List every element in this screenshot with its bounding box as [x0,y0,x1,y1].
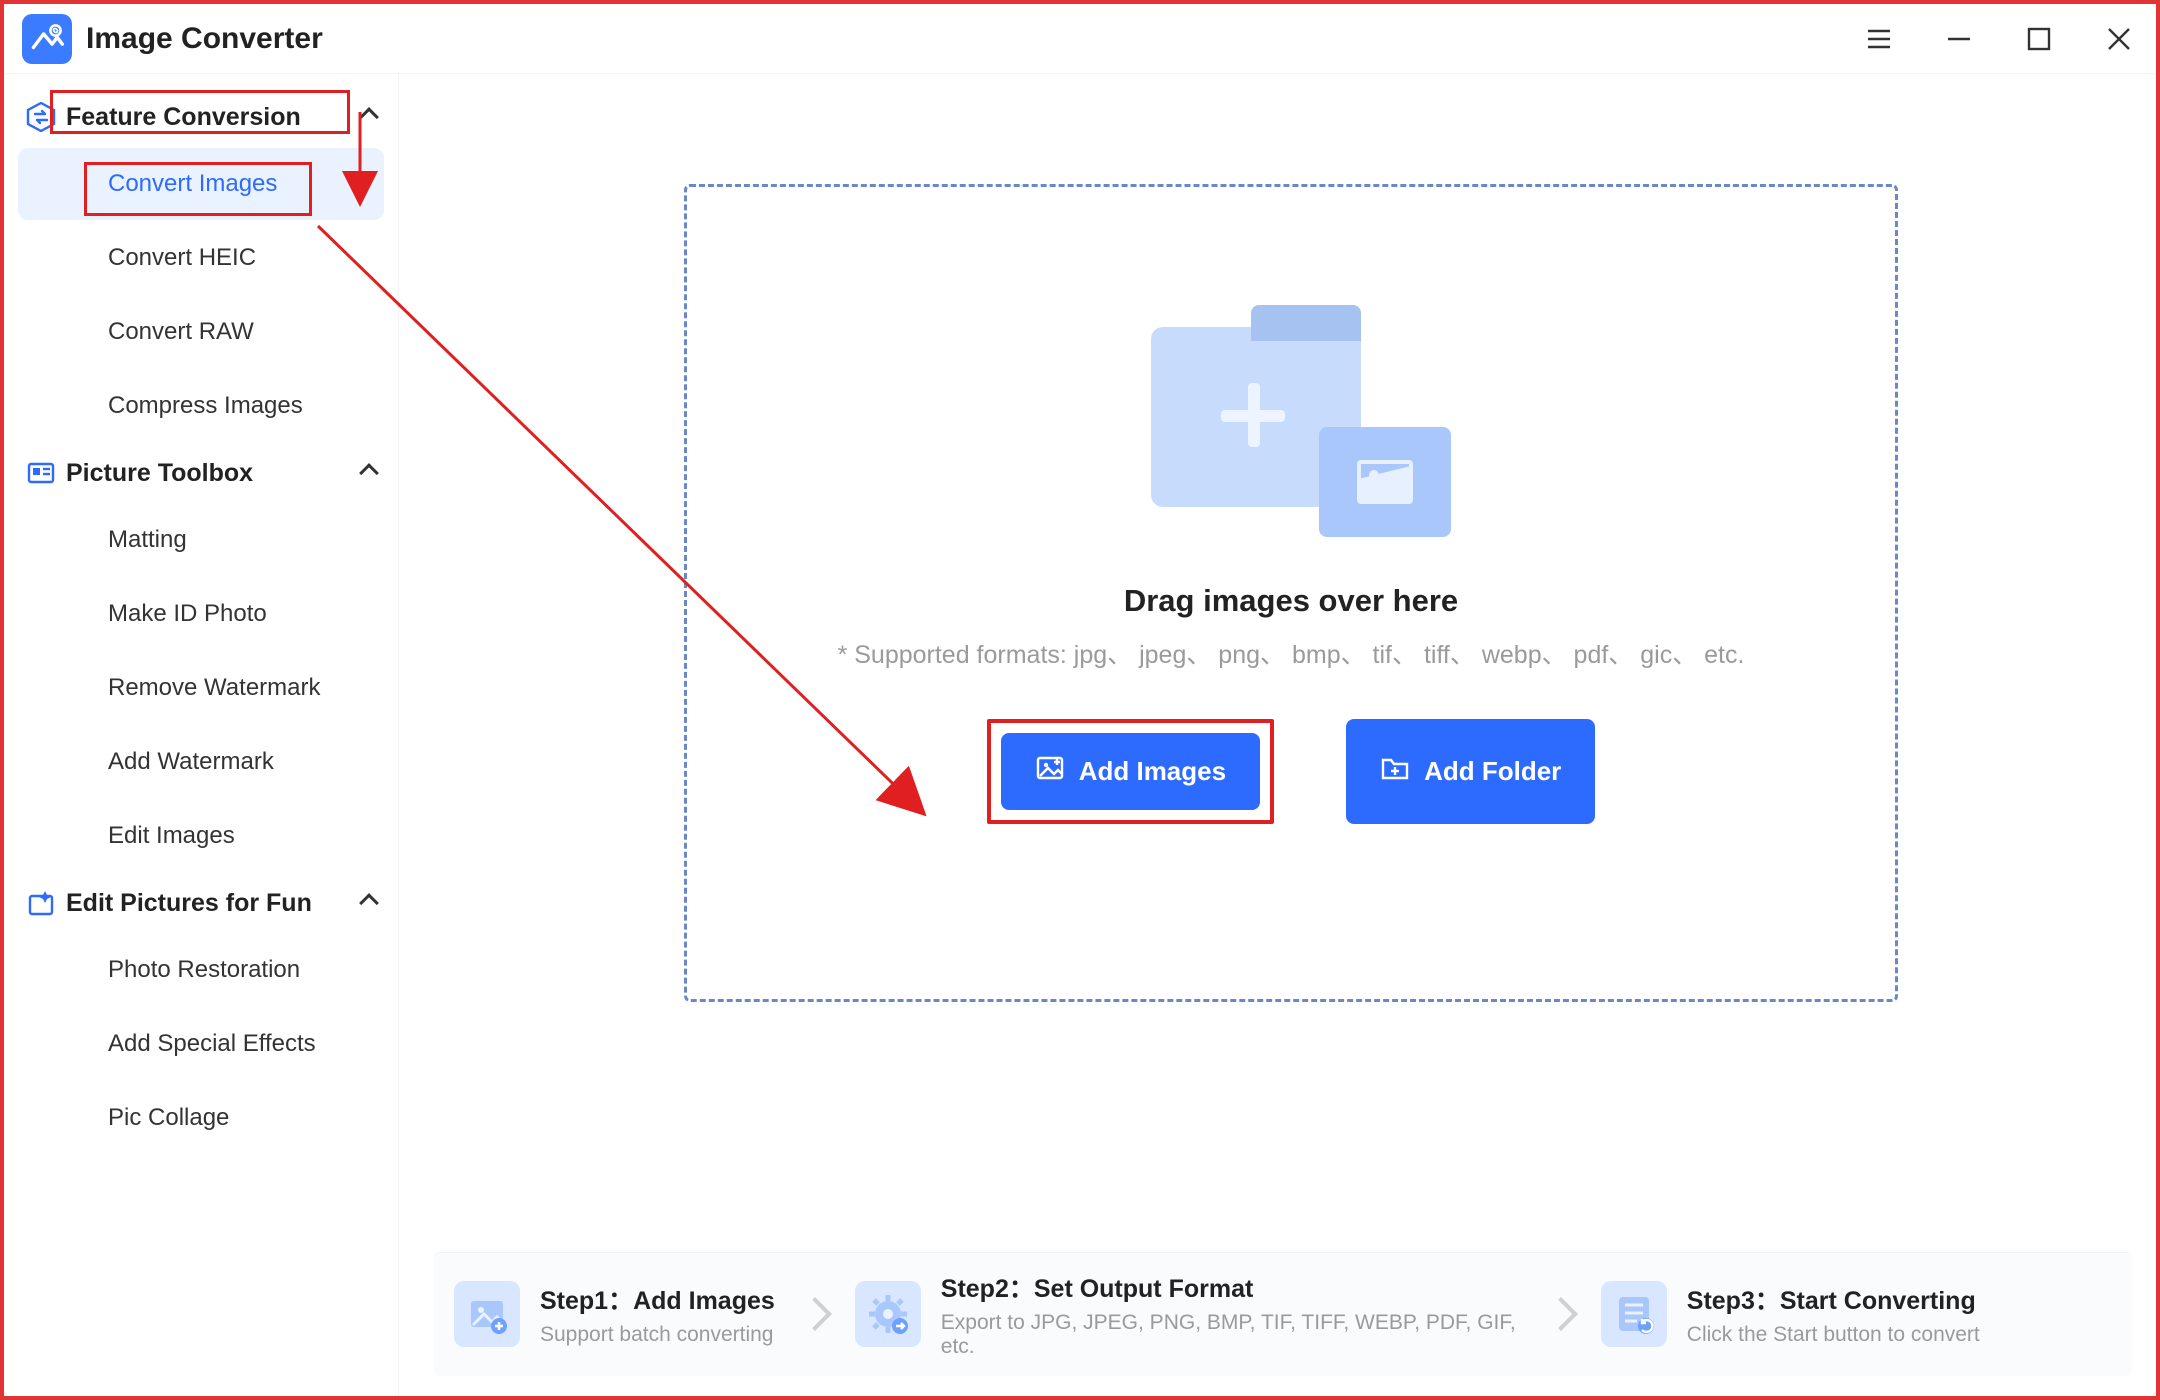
step2-sub: Export to JPG, JPEG, PNG, BMP, TIF, TIFF… [941,1311,1521,1359]
window-controls [1860,20,2138,58]
picture-icon [1319,427,1451,537]
add-folder-button[interactable]: Add Folder [1346,719,1595,824]
sidebar-item-convert-heic[interactable]: Convert HEIC [18,222,384,294]
sidebar-item-pic-collage[interactable]: Pic Collage [18,1082,384,1154]
image-plus-icon [1035,753,1065,790]
sidebar-item-add-special-effects[interactable]: Add Special Effects [18,1008,384,1080]
sidebar: Feature Conversion Convert Images Conver… [4,74,399,1396]
app-title: Image Converter [86,22,323,56]
sidebar-section-picture-toolbox[interactable]: Picture Toolbox [4,444,398,502]
sidebar-item-remove-watermark[interactable]: Remove Watermark [18,652,384,724]
button-label: Add Images [1079,756,1226,787]
step1-icon [454,1281,520,1347]
chevron-right-icon [798,1297,832,1331]
step-3: Step3：Start Converting Click the Start b… [1601,1281,1980,1347]
step2-title: Step2：Set Output Format [941,1269,1521,1305]
section-title: Edit Pictures for Fun [66,889,312,918]
minimize-button[interactable] [1940,20,1978,58]
close-button[interactable] [2100,20,2138,58]
dropzone-subtext: * Supported formats: jpg、 jpeg、 png、 bmp… [838,635,1745,671]
step3-icon [1601,1281,1667,1347]
toolbox-icon [26,458,56,488]
footer-steps: Step1：Add Images Support batch convertin… [434,1252,2132,1376]
sidebar-item-convert-raw[interactable]: Convert RAW [18,296,384,368]
sidebar-item-edit-images[interactable]: Edit Images [18,800,384,872]
chevron-up-icon [359,893,379,913]
folder-plus-icon [1380,753,1410,790]
button-label: Add Folder [1424,756,1561,787]
section-title: Feature Conversion [66,103,301,132]
sparkle-icon [26,888,56,918]
annotation-highlight-add-images: Add Images [987,719,1274,824]
chevron-up-icon [359,463,379,483]
sidebar-item-add-watermark[interactable]: Add Watermark [18,726,384,798]
sidebar-item-compress-images[interactable]: Compress Images [18,370,384,442]
sidebar-item-make-id-photo[interactable]: Make ID Photo [18,578,384,650]
step1-sub: Support batch converting [540,1323,775,1347]
sidebar-item-photo-restoration[interactable]: Photo Restoration [18,934,384,1006]
chevron-up-icon [359,107,379,127]
chevron-right-icon [1544,1297,1578,1331]
menu-icon[interactable] [1860,20,1898,58]
step-1: Step1：Add Images Support batch convertin… [454,1281,775,1347]
section-title: Picture Toolbox [66,459,253,488]
add-images-button[interactable]: Add Images [1001,733,1260,810]
step3-title: Step3：Start Converting [1687,1281,1980,1317]
step3-sub: Click the Start button to convert [1687,1323,1980,1347]
dropzone-headline: Drag images over here [1124,583,1458,619]
dropzone[interactable]: Drag images over here * Supported format… [684,184,1898,1002]
sidebar-section-edit-fun[interactable]: Edit Pictures for Fun [4,874,398,932]
maximize-button[interactable] [2020,20,2058,58]
sidebar-section-feature-conversion[interactable]: Feature Conversion [4,88,398,146]
step-2: Step2：Set Output Format Export to JPG, J… [855,1269,1521,1359]
plus-icon [1221,383,1285,447]
swap-icon [26,102,56,132]
sidebar-item-convert-images[interactable]: Convert Images [18,148,384,220]
dropzone-buttons: Add Images Add Folder [987,719,1596,824]
step1-title: Step1：Add Images [540,1281,775,1317]
step2-icon [855,1281,921,1347]
titlebar: Image Converter [4,4,2156,74]
app-logo-icon [22,14,72,64]
dropzone-illustration [1131,327,1451,547]
sidebar-item-matting[interactable]: Matting [18,504,384,576]
app-window: Image Converter Feature Conversion Conve… [0,0,2160,1400]
